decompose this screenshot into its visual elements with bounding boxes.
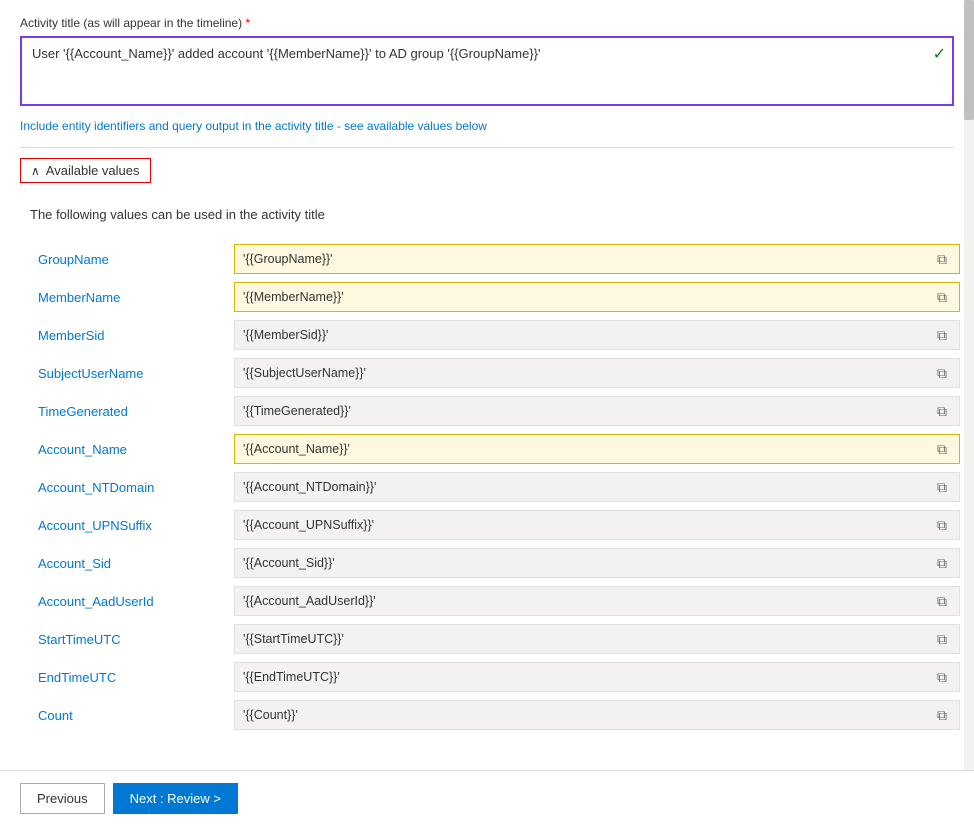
value-box: '{{SubjectUserName}}' ⧉ (234, 358, 960, 388)
table-row: Account_Sid '{{Account_Sid}}' ⧉ (30, 544, 964, 582)
separator-line (20, 147, 954, 148)
value-box: '{{MemberName}}' ⧉ (234, 282, 960, 312)
copy-button[interactable]: ⧉ (933, 401, 951, 422)
value-text: '{{SubjectUserName}}' (243, 366, 929, 380)
value-box: '{{StartTimeUTC}}' ⧉ (234, 624, 960, 654)
main-content: Activity title (as will appear in the ti… (0, 0, 974, 760)
copy-button[interactable]: ⧉ (933, 363, 951, 384)
scrollbar-thumb[interactable] (964, 0, 974, 120)
field-value-cell: '{{EndTimeUTC}}' ⧉ (230, 658, 964, 696)
field-name-cell: Account_AadUserId (30, 582, 230, 620)
available-values-toggle[interactable]: ∧ Available values (20, 158, 151, 183)
table-row: EndTimeUTC '{{EndTimeUTC}}' ⧉ (30, 658, 964, 696)
activity-title-input[interactable] (20, 36, 954, 106)
table-row: Account_Name '{{Account_Name}}' ⧉ (30, 430, 964, 468)
value-box: '{{Account_Name}}' ⧉ (234, 434, 960, 464)
copy-button[interactable]: ⧉ (933, 477, 951, 498)
value-text: '{{MemberSid}}' (243, 328, 929, 342)
value-box: '{{Account_Sid}}' ⧉ (234, 548, 960, 578)
table-row: SubjectUserName '{{SubjectUserName}}' ⧉ (30, 354, 964, 392)
field-value-cell: '{{MemberName}}' ⧉ (230, 278, 964, 316)
field-name-cell: Account_UPNSuffix (30, 506, 230, 544)
field-value-cell: '{{Account_Sid}}' ⧉ (230, 544, 964, 582)
value-box: '{{GroupName}}' ⧉ (234, 244, 960, 274)
value-text: '{{Account_NTDomain}}' (243, 480, 929, 494)
value-text: '{{StartTimeUTC}}' (243, 632, 929, 646)
value-box: '{{EndTimeUTC}}' ⧉ (234, 662, 960, 692)
value-box: '{{Count}}' ⧉ (234, 700, 960, 730)
table-row: Account_NTDomain '{{Account_NTDomain}}' ⧉ (30, 468, 964, 506)
copy-button[interactable]: ⧉ (933, 629, 951, 650)
table-row: MemberSid '{{MemberSid}}' ⧉ (30, 316, 964, 354)
value-box: '{{Account_NTDomain}}' ⧉ (234, 472, 960, 502)
table-row: Account_UPNSuffix'{{Account_UPNSuffix}}'… (30, 506, 964, 544)
field-name-cell: Count (30, 696, 230, 734)
table-row: TimeGenerated '{{TimeGenerated}}' ⧉ (30, 392, 964, 430)
field-name-cell: TimeGenerated (30, 392, 230, 430)
table-row: Account_AadUserId'{{Account_AadUserId}}'… (30, 582, 964, 620)
value-text: '{{TimeGenerated}}' (243, 404, 929, 418)
copy-button[interactable]: ⧉ (933, 705, 951, 726)
field-name-cell: StartTimeUTC (30, 620, 230, 658)
value-box: '{{MemberSid}}' ⧉ (234, 320, 960, 350)
value-text: '{{Account_Name}}' (243, 442, 929, 456)
value-text: '{{Count}}' (243, 708, 929, 722)
field-value-cell: '{{SubjectUserName}}' ⧉ (230, 354, 964, 392)
field-name-cell: MemberSid (30, 316, 230, 354)
include-entity-text: Include entity identifiers and query out… (20, 119, 954, 133)
table-row: StartTimeUTC '{{StartTimeUTC}}' ⧉ (30, 620, 964, 658)
value-text: '{{Account_Sid}}' (243, 556, 929, 570)
field-value-cell: '{{StartTimeUTC}}' ⧉ (230, 620, 964, 658)
copy-button[interactable]: ⧉ (933, 439, 951, 460)
value-text: '{{Account_UPNSuffix}}' (243, 518, 929, 532)
field-value-cell: '{{Account_Name}}' ⧉ (230, 430, 964, 468)
field-name-cell: Account_NTDomain (30, 468, 230, 506)
copy-button[interactable]: ⧉ (933, 325, 951, 346)
table-row: Count '{{Count}}' ⧉ (30, 696, 964, 734)
value-text: '{{EndTimeUTC}}' (243, 670, 929, 684)
copy-button[interactable]: ⧉ (933, 515, 951, 536)
field-name-cell: GroupName (30, 240, 230, 278)
field-name-cell: MemberName (30, 278, 230, 316)
value-text: '{{MemberName}}' (243, 290, 929, 304)
field-value-cell: '{{MemberSid}}' ⧉ (230, 316, 964, 354)
field-value-cell: '{{Account_AadUserId}}' ⧉ (230, 582, 964, 620)
value-text: '{{Account_AadUserId}}' (243, 594, 929, 608)
field-label-text: Activity title (as will appear in the ti… (20, 16, 242, 30)
table-row: GroupName '{{GroupName}}' ⧉ (30, 240, 964, 278)
footer: Previous Next : Review > (0, 770, 974, 826)
required-marker: * (245, 16, 250, 30)
table-row: MemberName '{{MemberName}}' ⧉ (30, 278, 964, 316)
value-text: '{{GroupName}}' (243, 252, 929, 266)
checkmark-icon: ✓ (933, 44, 946, 64)
copy-button[interactable]: ⧉ (933, 667, 951, 688)
activity-title-label: Activity title (as will appear in the ti… (20, 16, 954, 30)
available-values-label: Available values (46, 163, 140, 178)
copy-button[interactable]: ⧉ (933, 249, 951, 270)
chevron-up-icon: ∧ (31, 164, 40, 178)
field-value-cell: '{{Count}}' ⧉ (230, 696, 964, 734)
value-box: '{{Account_UPNSuffix}}' ⧉ (234, 510, 960, 540)
activity-title-wrapper: ✓ (20, 36, 954, 109)
values-table: GroupName'{{GroupName}}'⧉MemberName'{{Me… (30, 240, 964, 734)
previous-button[interactable]: Previous (20, 783, 105, 814)
copy-button[interactable]: ⧉ (933, 591, 951, 612)
field-value-cell: '{{TimeGenerated}}' ⧉ (230, 392, 964, 430)
value-box: '{{Account_AadUserId}}' ⧉ (234, 586, 960, 616)
copy-button[interactable]: ⧉ (933, 553, 951, 574)
field-value-cell: '{{Account_UPNSuffix}}' ⧉ (230, 506, 964, 544)
field-name-cell: SubjectUserName (30, 354, 230, 392)
available-values-description: The following values can be used in the … (30, 207, 954, 222)
field-name-cell: Account_Sid (30, 544, 230, 582)
field-value-cell: '{{Account_NTDomain}}' ⧉ (230, 468, 964, 506)
field-value-cell: '{{GroupName}}' ⧉ (230, 240, 964, 278)
next-review-button[interactable]: Next : Review > (113, 783, 238, 814)
copy-button[interactable]: ⧉ (933, 287, 951, 308)
scrollbar[interactable] (964, 0, 974, 770)
field-name-cell: Account_Name (30, 430, 230, 468)
value-box: '{{TimeGenerated}}' ⧉ (234, 396, 960, 426)
field-name-cell: EndTimeUTC (30, 658, 230, 696)
